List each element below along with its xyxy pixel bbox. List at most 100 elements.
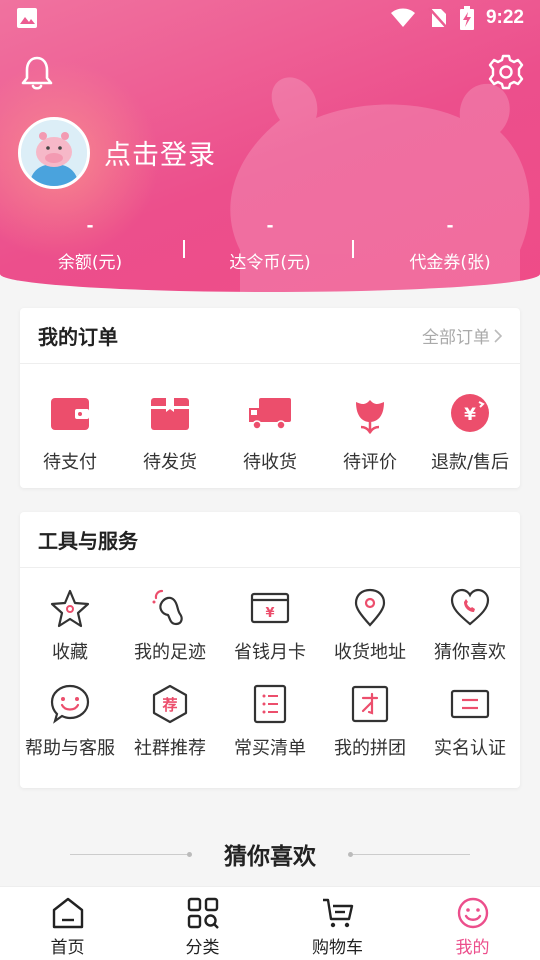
stat-label: 余额(元) [57, 253, 123, 273]
order-pending-receipt[interactable]: 待收货 [220, 392, 320, 474]
home-icon [52, 897, 83, 929]
smile-chat-icon [50, 684, 90, 724]
tab-profile[interactable]: 我的 [405, 887, 540, 960]
svg-text:¥: ¥ [265, 606, 274, 621]
tool-label: 省钱月卡 [234, 642, 306, 663]
profile-smile-icon [457, 897, 488, 929]
divider-dot [348, 851, 353, 857]
money-card-icon: ¥ [250, 592, 290, 624]
svg-text:¥: ¥ [464, 405, 476, 425]
list-icon [253, 684, 287, 724]
avatar[interactable] [18, 117, 90, 189]
tool-label: 我的拼团 [334, 738, 406, 759]
login-prompt[interactable]: 点击登录 [104, 133, 216, 172]
wallet-icon [51, 398, 89, 430]
tab-label: 购物车 [312, 938, 363, 958]
tool-label: 我的足迹 [134, 642, 206, 663]
stat-balance[interactable]: - 余额(元) [0, 216, 180, 273]
tool-buy-list[interactable]: 常买清单 [220, 684, 320, 760]
cart-icon [322, 898, 353, 928]
tool-help[interactable]: 帮助与客服 [20, 684, 120, 760]
tab-cart[interactable]: 购物车 [270, 887, 405, 960]
tab-label: 我的 [455, 938, 490, 958]
guess-you-like-divider: 猜你喜欢 [0, 834, 540, 874]
gear-icon[interactable] [488, 54, 524, 90]
order-label: 待支付 [43, 452, 97, 473]
tool-address[interactable]: 收货地址 [320, 588, 420, 664]
gallery-icon [17, 8, 37, 28]
stat-coins[interactable]: - 达令币(元) [180, 216, 360, 273]
stat-value: - [266, 216, 274, 236]
order-pending-shipment[interactable]: 待发货 [120, 392, 220, 474]
tool-label: 收藏 [52, 642, 88, 663]
tools-services-card: 工具与服务 收藏 我的足迹 ¥ 省钱月卡 收货地址 猜你喜欢 帮助与客服 荐 社… [20, 512, 520, 788]
guess-title: 猜你喜欢 [224, 844, 316, 870]
group-buy-icon [351, 685, 389, 723]
battery-charging-icon [459, 6, 474, 30]
bell-icon[interactable] [20, 54, 54, 90]
tool-label: 帮助与客服 [25, 738, 115, 759]
stat-label: 代金券(张) [409, 253, 491, 273]
stat-value: - [86, 216, 94, 236]
stat-value: - [446, 216, 454, 236]
all-orders-label: 全部订单 [422, 328, 490, 348]
orders-header: 我的订单 全部订单 [20, 308, 520, 364]
tool-favorites[interactable]: 收藏 [20, 588, 120, 664]
my-orders-card: 我的订单 全部订单 待支付 待发货 待收货 待评价 ¥ 退款/售后 [20, 308, 520, 488]
tab-home[interactable]: 首页 [0, 887, 135, 960]
flower-icon [356, 400, 384, 434]
order-label: 退款/售后 [430, 452, 510, 473]
order-label: 待评价 [343, 452, 397, 473]
stat-divider [183, 240, 185, 258]
tool-real-name[interactable]: 实名认证 [420, 684, 520, 760]
account-stats: - 余额(元) - 达令币(元) - 代金券(张) [0, 216, 540, 273]
package-icon [151, 398, 189, 430]
order-pending-review[interactable]: 待评价 [320, 392, 420, 474]
all-orders-link[interactable]: 全部订单 [422, 323, 502, 348]
footprint-icon [152, 589, 183, 626]
location-icon [354, 588, 386, 627]
tools-row: 帮助与客服 荐 社群推荐 常买清单 我的拼团 实名认证 [20, 664, 520, 760]
profile-header: 9:22 点击登录 - 余额(元) - 达令币(元) - 代金券(张) [0, 0, 540, 292]
tools-row: 收藏 我的足迹 ¥ 省钱月卡 收货地址 猜你喜欢 [20, 568, 520, 664]
divider-line [70, 851, 192, 857]
svg-text:荐: 荐 [161, 696, 177, 714]
id-card-icon [450, 689, 490, 719]
tool-money-card[interactable]: ¥ 省钱月卡 [220, 588, 320, 664]
tool-label: 实名认证 [434, 738, 506, 759]
divider-dot [187, 851, 192, 857]
recommend-hexagon-icon: 荐 [152, 684, 188, 724]
tool-footprint[interactable]: 我的足迹 [120, 588, 220, 664]
no-sim-icon [428, 7, 448, 29]
order-label: 待发货 [143, 452, 197, 473]
stat-label: 达令币(元) [229, 253, 311, 273]
order-status-row: 待支付 待发货 待收货 待评价 ¥ 退款/售后 [20, 364, 520, 474]
tool-group-buy[interactable]: 我的拼团 [320, 684, 420, 760]
truck-icon [249, 398, 291, 430]
tool-label: 社群推荐 [134, 738, 206, 759]
bottom-tab-bar: 首页 分类 购物车 我的 [0, 886, 540, 960]
tab-label: 分类 [185, 938, 220, 958]
tool-label: 常买清单 [234, 738, 306, 759]
hippo-avatar-icon [21, 120, 87, 186]
stat-vouchers[interactable]: - 代金券(张) [360, 216, 540, 273]
clock-time: 9:22 [485, 7, 524, 28]
status-bar: 9:22 [0, 0, 540, 36]
tool-label: 猜你喜欢 [434, 642, 506, 663]
tool-community[interactable]: 荐 社群推荐 [120, 684, 220, 760]
tool-guess-like[interactable]: 猜你喜欢 [420, 588, 520, 664]
heart-phone-icon [450, 588, 490, 626]
stat-divider [352, 240, 354, 258]
chevron-right-icon [494, 328, 502, 343]
star-icon [50, 589, 90, 628]
tab-category[interactable]: 分类 [135, 887, 270, 960]
tab-label: 首页 [50, 938, 85, 958]
tools-title: 工具与服务 [38, 529, 138, 553]
tool-label: 收货地址 [334, 642, 406, 663]
wifi-icon [390, 8, 415, 27]
divider-line [348, 851, 470, 857]
tools-header: 工具与服务 [20, 512, 520, 568]
order-pending-payment[interactable]: 待支付 [20, 392, 120, 474]
order-label: 待收货 [243, 452, 297, 473]
order-refund[interactable]: ¥ 退款/售后 [420, 392, 520, 474]
